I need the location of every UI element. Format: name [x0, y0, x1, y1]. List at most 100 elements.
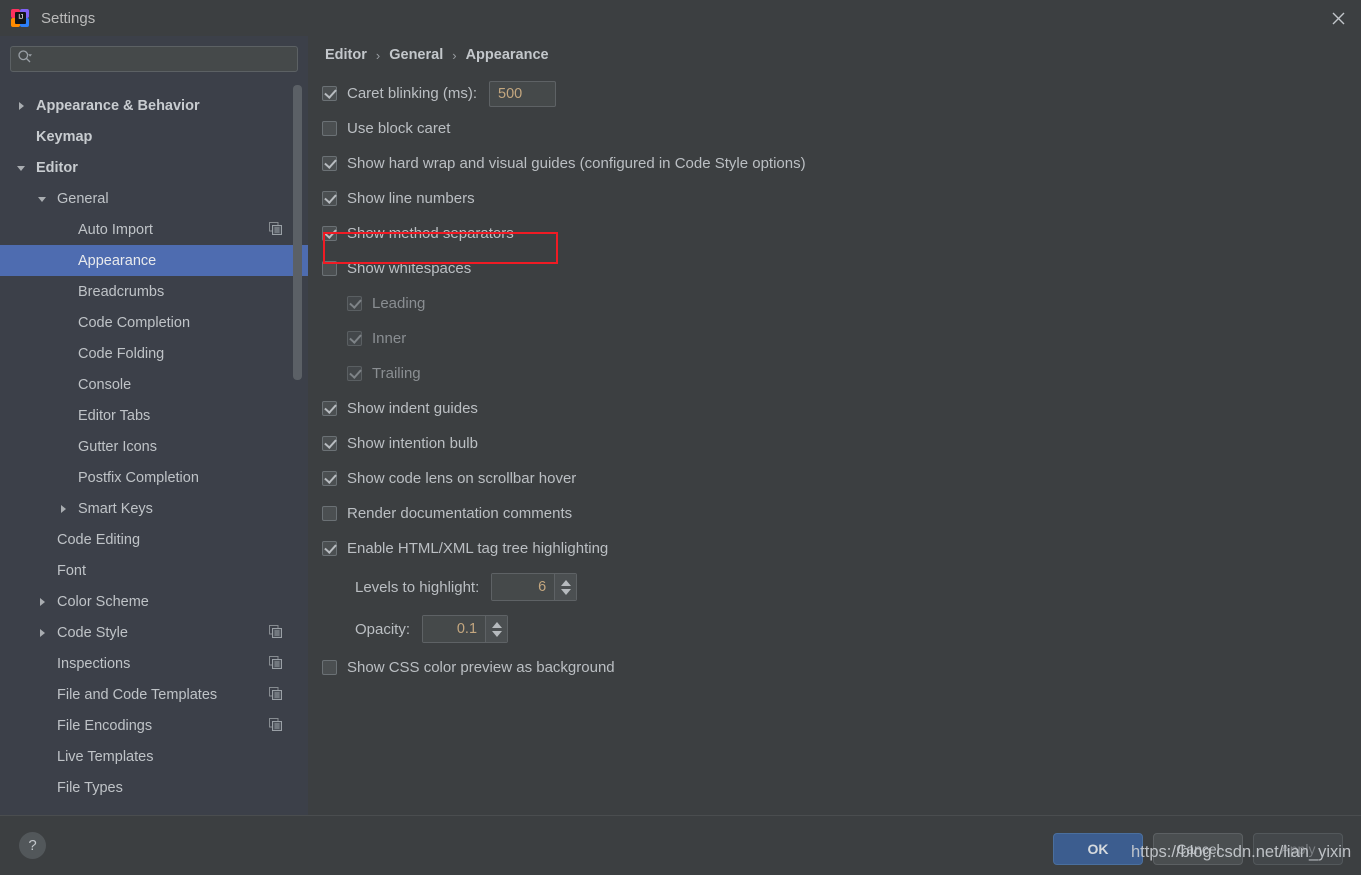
option-label[interactable]: Trailing: [372, 365, 421, 382]
sidebar-item-color-scheme[interactable]: Color Scheme: [0, 586, 308, 617]
sidebar-item-postfix-completion[interactable]: Postfix Completion: [0, 462, 308, 493]
option-row: Show CSS color preview as background: [322, 650, 1361, 685]
sidebar-item-appearance[interactable]: Appearance: [0, 245, 308, 276]
copy-settings-icon[interactable]: [269, 656, 282, 673]
apply-button[interactable]: Apply: [1253, 833, 1343, 865]
chevron-right-icon[interactable]: [35, 595, 49, 609]
sidebar-item-auto-import[interactable]: Auto Import: [0, 214, 308, 245]
sidebar-item-general[interactable]: General: [0, 183, 308, 214]
sidebar-item-appearance-behavior[interactable]: Appearance & Behavior: [0, 90, 308, 121]
spinner-down-icon[interactable]: [560, 588, 571, 595]
search-input[interactable]: [36, 51, 291, 67]
copy-settings-icon[interactable]: [269, 625, 282, 642]
sidebar-item-breadcrumbs[interactable]: Breadcrumbs: [0, 276, 308, 307]
checkbox[interactable]: [347, 366, 362, 381]
checkbox[interactable]: [322, 471, 337, 486]
breadcrumb-item[interactable]: General: [389, 47, 443, 63]
option-row: Show hard wrap and visual guides (config…: [322, 146, 1361, 181]
checkbox[interactable]: [322, 191, 337, 206]
checkbox[interactable]: [322, 156, 337, 171]
breadcrumb-item[interactable]: Editor: [325, 47, 367, 63]
copy-settings-icon[interactable]: [269, 687, 282, 704]
sidebar-item-code-completion[interactable]: Code Completion: [0, 307, 308, 338]
copy-settings-icon[interactable]: [269, 222, 282, 239]
sidebar-item-live-templates[interactable]: Live Templates: [0, 741, 308, 772]
sidebar-item-console[interactable]: Console: [0, 369, 308, 400]
sidebar-item-label: Code Style: [57, 624, 128, 641]
sidebar-item-label: Appearance & Behavior: [36, 97, 200, 114]
checkbox[interactable]: [322, 261, 337, 276]
checkbox[interactable]: [347, 331, 362, 346]
sidebar-item-code-editing[interactable]: Code Editing: [0, 524, 308, 555]
breadcrumb-item[interactable]: Appearance: [466, 47, 549, 63]
checkbox[interactable]: [322, 506, 337, 521]
option-row: Leading: [322, 286, 1361, 321]
sidebar-scrollbar[interactable]: [293, 85, 302, 380]
option-label[interactable]: Show whitespaces: [347, 260, 471, 277]
checkbox[interactable]: [322, 401, 337, 416]
chevron-down-icon[interactable]: [35, 192, 49, 206]
checkbox[interactable]: [322, 541, 337, 556]
option-row: Trailing: [322, 356, 1361, 391]
sidebar-item-gutter-icons[interactable]: Gutter Icons: [0, 431, 308, 462]
caret-blinking-input[interactable]: 500: [489, 80, 557, 107]
option-label[interactable]: Caret blinking (ms):: [347, 85, 477, 102]
spinner-value[interactable]: 0.1: [423, 616, 486, 642]
spinner-stepper-buttons[interactable]: [554, 574, 577, 600]
option-label[interactable]: Show hard wrap and visual guides (config…: [347, 155, 806, 172]
option-label[interactable]: Show code lens on scrollbar hover: [347, 470, 576, 487]
sidebar-item-label: Code Editing: [57, 531, 141, 548]
spinner-stepper-buttons[interactable]: [485, 616, 508, 642]
spinner-up-icon[interactable]: [491, 621, 502, 628]
chevron-right-icon[interactable]: [14, 99, 28, 113]
option-label[interactable]: Leading: [372, 295, 425, 312]
option-label[interactable]: Show indent guides: [347, 400, 478, 417]
sidebar-item-file-and-code-templates[interactable]: File and Code Templates: [0, 679, 308, 710]
settings-main-panel: Editor › General › Appearance Caret blinking…: [308, 36, 1361, 815]
sidebar-item-editor-tabs[interactable]: Editor Tabs: [0, 400, 308, 431]
option-label[interactable]: Render documentation comments: [347, 505, 572, 522]
checkbox[interactable]: [322, 226, 337, 241]
settings-options-list: Caret blinking (ms): 500 Use block caret Sh…: [322, 76, 1361, 685]
checkbox[interactable]: [322, 660, 337, 675]
field-row: Opacity: 0.1: [322, 608, 1361, 650]
logo-badge-text: IJ: [15, 12, 26, 24]
option-row: Show method separators: [322, 216, 1361, 251]
checkbox[interactable]: [322, 121, 337, 136]
chevron-down-icon[interactable]: [14, 161, 28, 175]
option-label[interactable]: Inner: [372, 330, 406, 347]
sidebar-item-editor[interactable]: Editor: [0, 152, 308, 183]
checkbox[interactable]: [322, 86, 337, 101]
help-button[interactable]: ?: [19, 832, 46, 859]
cancel-button[interactable]: Cancel: [1153, 833, 1243, 865]
close-icon[interactable]: [1315, 0, 1361, 36]
search-box[interactable]: [10, 46, 298, 72]
sidebar-item-code-folding[interactable]: Code Folding: [0, 338, 308, 369]
sidebar-item-label: Smart Keys: [78, 500, 153, 517]
sidebar-item-inspections[interactable]: Inspections: [0, 648, 308, 679]
ok-button[interactable]: OK: [1053, 833, 1143, 865]
chevron-right-icon[interactable]: [35, 626, 49, 640]
option-label[interactable]: Show line numbers: [347, 190, 475, 207]
copy-settings-icon[interactable]: [269, 718, 282, 735]
sidebar-item-file-encodings[interactable]: File Encodings: [0, 710, 308, 741]
option-label[interactable]: Show method separators: [347, 225, 514, 242]
sidebar-item-code-style[interactable]: Code Style: [0, 617, 308, 648]
checkbox[interactable]: [347, 296, 362, 311]
option-label[interactable]: Show intention bulb: [347, 435, 478, 452]
spinner-control[interactable]: 0.1: [422, 615, 509, 643]
spinner-value[interactable]: 6: [492, 574, 555, 600]
option-label[interactable]: Show CSS color preview as background: [347, 659, 615, 676]
option-row: Show intention bulb: [322, 426, 1361, 461]
sidebar-item-file-types[interactable]: File Types: [0, 772, 308, 803]
spinner-control[interactable]: 6: [491, 573, 578, 601]
checkbox[interactable]: [322, 436, 337, 451]
sidebar-item-font[interactable]: Font: [0, 555, 308, 586]
option-label[interactable]: Enable HTML/XML tag tree highlighting: [347, 540, 608, 557]
chevron-right-icon[interactable]: [56, 502, 70, 516]
sidebar-item-keymap[interactable]: Keymap: [0, 121, 308, 152]
sidebar-item-smart-keys[interactable]: Smart Keys: [0, 493, 308, 524]
spinner-down-icon[interactable]: [491, 630, 502, 637]
spinner-up-icon[interactable]: [560, 579, 571, 586]
option-label[interactable]: Use block caret: [347, 120, 450, 137]
